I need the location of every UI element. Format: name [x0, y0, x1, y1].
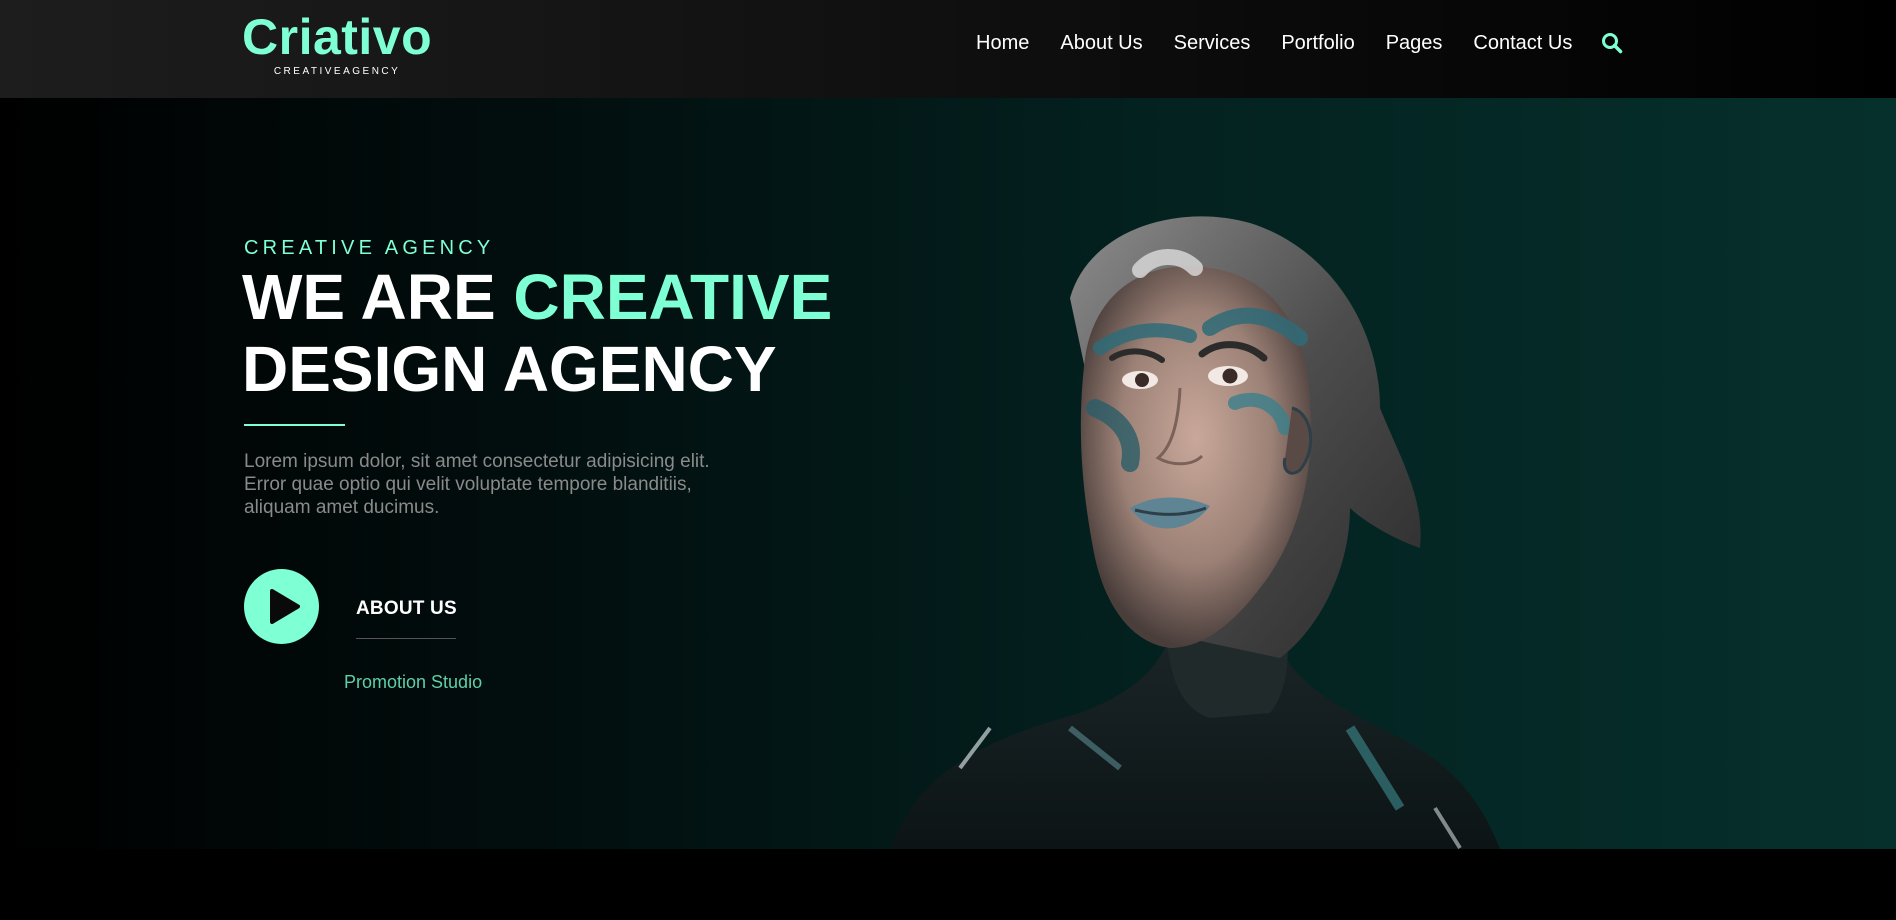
hero-description: Lorem ipsum dolor, sit amet consectetur … — [244, 450, 764, 519]
logo-title: Criativo — [242, 9, 433, 65]
page-bottom-band — [0, 849, 1896, 920]
hero-headline: WE ARE CREATIVE DESIGN AGENCY — [242, 261, 832, 405]
about-us-link[interactable]: ABOUT US — [356, 598, 457, 620]
hero-description-line: Error quae optio qui velit voluptate tem… — [244, 474, 692, 495]
logo[interactable]: Criativo CREATIVEAGENCY — [242, 10, 432, 77]
nav-item-services[interactable]: Services — [1174, 32, 1251, 55]
hero-portrait-image — [880, 208, 1600, 849]
main-nav: Home About Us Services Portfolio Pages C… — [976, 30, 1623, 56]
headline-part1: WE ARE — [242, 261, 514, 333]
headline-accent: CREATIVE — [513, 261, 833, 333]
hero-description-line: Lorem ipsum dolor, sit amet consectetur … — [244, 451, 710, 472]
hero-divider — [244, 424, 345, 426]
nav-item-about-us[interactable]: About Us — [1060, 32, 1142, 55]
nav-item-home[interactable]: Home — [976, 32, 1029, 55]
about-us-underline — [356, 638, 456, 639]
play-icon — [270, 589, 300, 624]
logo-tagline: CREATIVEAGENCY — [273, 66, 401, 77]
promotion-studio-label: Promotion Studio — [344, 672, 483, 692]
nav-item-pages[interactable]: Pages — [1386, 32, 1443, 55]
hero-section: CREATIVE AGENCY WE ARE CREATIVE DESIGN A… — [0, 98, 1896, 849]
play-button[interactable] — [244, 569, 319, 644]
nav-item-contact-us[interactable]: Contact Us — [1473, 32, 1572, 55]
search-icon[interactable] — [1601, 32, 1623, 54]
nav-item-portfolio[interactable]: Portfolio — [1281, 32, 1354, 55]
hero-eyebrow: CREATIVE AGENCY — [244, 237, 495, 259]
hero-description-line: aliquam amet ducimus. — [244, 497, 440, 518]
headline-line2: DESIGN AGENCY — [242, 333, 777, 405]
site-header: Criativo CREATIVEAGENCY Home About Us Se… — [0, 0, 1896, 98]
